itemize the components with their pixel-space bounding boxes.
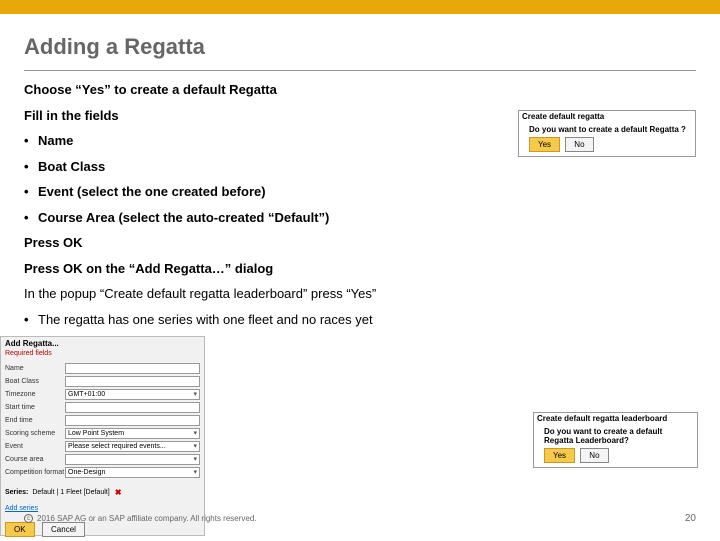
timezone-select[interactable]: GMT+01:00 ▾ [65,389,200,400]
boatclass-input[interactable] [65,376,200,387]
dialog-title: Create default regatta [519,111,695,123]
field-label-starttime: Start time [5,404,65,411]
text-line: Choose “Yes” to create a default Regatta [24,81,696,99]
starttime-input[interactable] [65,402,200,413]
competition-value: One-Design [68,468,105,477]
event-select[interactable]: Please select required events... ▾ [65,441,200,452]
page-number: 20 [685,513,696,524]
bullet-item: Event (select the one created before) [24,183,696,201]
competition-select[interactable]: One-Design ▾ [65,467,200,478]
bullet-item: Boat Class [24,158,696,176]
add-series-link[interactable]: Add series [5,505,38,512]
field-label-event: Event [5,443,65,450]
field-label-endtime: End time [5,417,65,424]
yes-button[interactable]: Yes [529,137,560,152]
copyright: c 2016 SAP AG or an SAP affiliate compan… [24,514,257,523]
page-title: Adding a Regatta [0,14,720,64]
ok-button[interactable]: OK [5,522,35,537]
text-line: In the popup “Create default regatta lea… [24,285,696,303]
timezone-value: GMT+01:00 [68,390,105,399]
footer: c 2016 SAP AG or an SAP affiliate compan… [0,513,720,524]
scoring-select[interactable]: Low Point System ▾ [65,428,200,439]
no-button[interactable]: No [565,137,593,152]
dialog-title: Add Regatta... [1,337,204,350]
dialog-question: Do you want to create a default Regatta … [544,427,693,445]
chevron-down-icon: ▾ [193,442,197,451]
name-input[interactable] [65,363,200,374]
dialog-title: Create default regatta leaderboard [534,413,697,425]
bullet-item: Course Area (select the auto-created “De… [24,209,696,227]
field-label-competition: Competition format [5,469,65,476]
delete-series-icon[interactable]: ✖ [114,488,123,497]
endtime-input[interactable] [65,415,200,426]
field-label-timezone: Timezone [5,391,65,398]
field-label-coursearea: Course area [5,456,65,463]
yes-button[interactable]: Yes [544,448,575,463]
scoring-value: Low Point System [68,429,124,438]
field-label-boatclass: Boat Class [5,378,65,385]
dialog-create-default-regatta: Create default regatta Do you want to cr… [518,110,696,157]
dialog-create-leaderboard: Create default regatta leaderboard Do yo… [533,412,698,468]
series-label: Series: [5,489,28,496]
coursearea-select[interactable]: ▾ [65,454,200,465]
chevron-down-icon: ▾ [193,429,197,438]
no-button[interactable]: No [580,448,608,463]
dialog-add-regatta: Add Regatta... Required fields Name Boat… [0,336,205,536]
text-line: Press OK on the “Add Regatta…” dialog [24,260,696,278]
field-label-name: Name [5,365,65,372]
chevron-down-icon: ▾ [193,468,197,477]
slide: Adding a Regatta Choose “Yes” to create … [0,0,720,540]
field-label-scoring: Scoring scheme [5,430,65,437]
chevron-down-icon: ▾ [193,455,197,464]
dialog-subtitle: Required fields [1,350,204,359]
accent-bar [0,0,720,14]
event-value: Please select required events... [68,442,166,451]
bullet-item: The regatta has one series with one flee… [24,311,696,329]
chevron-down-icon: ▾ [193,390,197,399]
cancel-button[interactable]: Cancel [42,522,85,537]
copyright-text: 2016 SAP AG or an SAP affiliate company.… [37,514,257,523]
dialog-question: Do you want to create a default Regatta … [529,125,691,134]
divider [24,70,696,71]
copyright-icon: c [24,514,33,523]
text-line: Press OK [24,234,696,252]
series-value: Default | 1 Fleet [Default] [32,489,109,496]
